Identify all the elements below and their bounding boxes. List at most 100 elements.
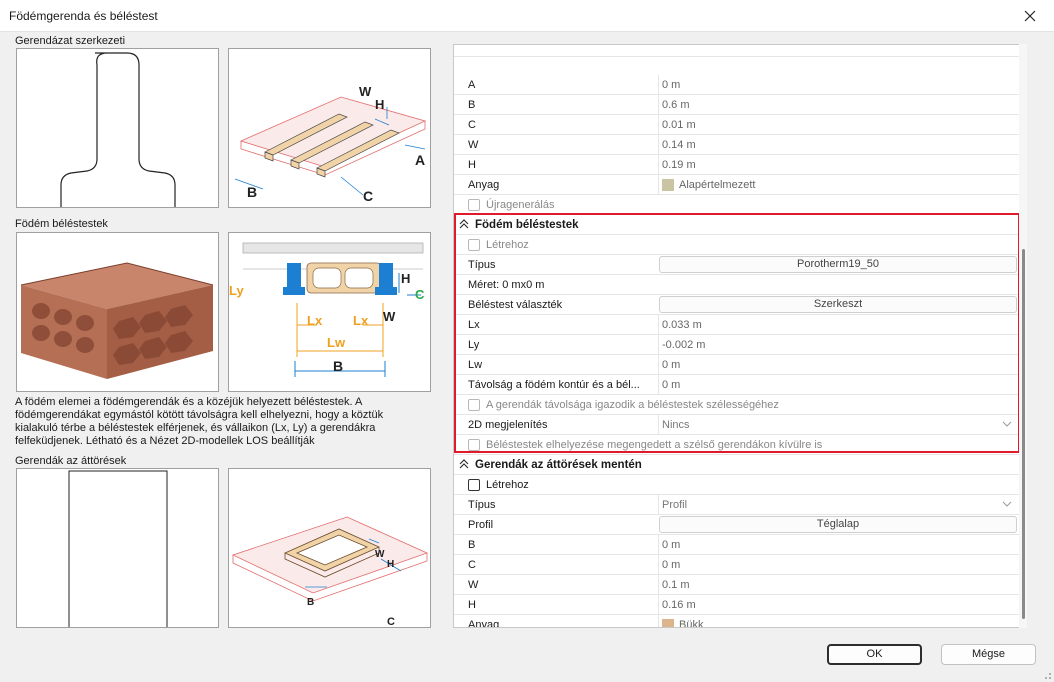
openings-w-row[interactable]: W 0.1 m bbox=[454, 575, 1019, 595]
prop-label: B bbox=[468, 539, 476, 551]
openings-profile-row[interactable]: Profil Téglalap bbox=[454, 515, 1019, 535]
block-section-drawing: Ly Lx Lx Lw B H C W bbox=[229, 242, 425, 377]
block-label-lx1: Lx bbox=[307, 313, 323, 328]
openings-create-row[interactable]: Létrehoz bbox=[454, 475, 1019, 495]
block-label-b: B bbox=[333, 358, 343, 374]
close-button[interactable] bbox=[1016, 4, 1044, 28]
beam-label-w: W bbox=[359, 84, 372, 99]
collapse-chevron-icon[interactable] bbox=[459, 218, 469, 230]
blocks-type-button[interactable]: Porotherm19_50 bbox=[659, 256, 1017, 273]
prop-value[interactable]: 0 m bbox=[662, 79, 680, 91]
blocks-lx-row[interactable]: Lx 0.033 m bbox=[454, 315, 1019, 335]
edit-selection-button[interactable]: Szerkeszt bbox=[659, 296, 1017, 313]
opening-label-b: B bbox=[307, 597, 314, 608]
prop-row-a[interactable]: A 0 m bbox=[454, 75, 1019, 95]
prop-value[interactable]: Bükk bbox=[679, 619, 703, 627]
prop-value[interactable]: Alapértelmezett bbox=[679, 179, 755, 191]
openings-h-row[interactable]: H 0.16 m bbox=[454, 595, 1019, 615]
blocks-create-checkbox[interactable] bbox=[468, 239, 480, 251]
opening-layout-image: W H B C bbox=[228, 468, 431, 628]
material-swatch bbox=[662, 179, 674, 191]
prop-value[interactable]: 0.16 m bbox=[662, 599, 696, 611]
prop-row-h[interactable]: H 0.19 m bbox=[454, 155, 1019, 175]
regen-checkbox[interactable] bbox=[468, 199, 480, 211]
section-label-blocks: Födém béléstestek bbox=[15, 218, 108, 230]
block-label-ly: Ly bbox=[229, 283, 244, 298]
prop-value[interactable]: -0.002 m bbox=[662, 339, 705, 351]
cancel-button[interactable]: Mégse bbox=[941, 644, 1036, 665]
openings-type-select[interactable]: Profil bbox=[662, 499, 687, 511]
opening-label-w: W bbox=[375, 549, 385, 560]
blocks-outside-checkbox[interactable] bbox=[468, 439, 480, 451]
block-label-lw: Lw bbox=[327, 335, 346, 350]
blocks-ly-row[interactable]: Ly -0.002 m bbox=[454, 335, 1019, 355]
chevron-down-icon[interactable] bbox=[1002, 499, 1012, 509]
prop-label: Lw bbox=[468, 359, 483, 371]
scrollbar-thumb[interactable] bbox=[1022, 249, 1025, 619]
opening-profile-image bbox=[16, 468, 219, 628]
prop-row-c[interactable]: C 0.01 m bbox=[454, 115, 1019, 135]
openings-material-row[interactable]: Anyag Bükk bbox=[454, 615, 1019, 627]
profile-button[interactable]: Téglalap bbox=[659, 516, 1017, 533]
prop-label: C bbox=[468, 119, 476, 131]
section-header-openings[interactable]: Gerendák az áttörések mentén bbox=[454, 455, 1019, 475]
prop-value[interactable]: 0.033 m bbox=[662, 319, 702, 331]
beam-label-h: H bbox=[375, 97, 384, 112]
blocks-adjust-label: A gerendák távolsága igazodik a béléstes… bbox=[486, 399, 779, 411]
view2d-select[interactable]: Nincs bbox=[662, 419, 690, 431]
section-title: Gerendák az áttörések mentén bbox=[475, 459, 642, 471]
prop-value[interactable]: 0.6 m bbox=[662, 99, 690, 111]
blocks-2d-row[interactable]: 2D megjelenítés Nincs bbox=[454, 415, 1019, 435]
prop-label: W bbox=[468, 139, 479, 151]
panel-scrollbar[interactable] bbox=[1019, 44, 1027, 628]
prop-label: Típus bbox=[468, 499, 496, 511]
opening-label-h: H bbox=[387, 559, 394, 570]
close-icon bbox=[1024, 10, 1036, 22]
openings-create-checkbox[interactable] bbox=[468, 479, 480, 491]
blocks-adjust-checkbox[interactable] bbox=[468, 399, 480, 411]
prop-value[interactable]: 0 m bbox=[662, 359, 680, 371]
block-label-c: C bbox=[415, 287, 425, 302]
block-3d-drawing bbox=[20, 262, 214, 379]
collapse-chevron-icon[interactable] bbox=[459, 458, 469, 470]
prop-label: Béléstest választék bbox=[468, 299, 563, 311]
ok-button[interactable]: OK bbox=[827, 644, 922, 665]
beam-layout-image: W H A B C bbox=[228, 48, 431, 208]
blocks-outside-row[interactable]: Béléstestek elhelyezése megengedett a sz… bbox=[454, 435, 1019, 455]
openings-type-row[interactable]: Típus Profil bbox=[454, 495, 1019, 515]
blocks-create-row[interactable]: Létrehoz bbox=[454, 235, 1019, 255]
blocks-type-row[interactable]: Típus Porotherm19_50 bbox=[454, 255, 1019, 275]
prop-value[interactable]: 0.14 m bbox=[662, 139, 696, 151]
chevron-down-icon[interactable] bbox=[1002, 419, 1012, 429]
blocks-lw-row[interactable]: Lw 0 m bbox=[454, 355, 1019, 375]
regen-row[interactable]: Újragenerálás bbox=[454, 195, 1019, 215]
openings-c-row[interactable]: C 0 m bbox=[454, 555, 1019, 575]
prop-value[interactable]: 0.19 m bbox=[662, 159, 696, 171]
openings-b-row[interactable]: B 0 m bbox=[454, 535, 1019, 555]
beam-layout-drawing: W H A B C bbox=[234, 84, 427, 204]
prop-row-material[interactable]: Anyag Alapértelmezett bbox=[454, 175, 1019, 195]
section-header-blocks[interactable]: Födém béléstestek bbox=[454, 215, 1019, 235]
blocks-adjust-row[interactable]: A gerendák távolsága igazodik a béléstes… bbox=[454, 395, 1019, 415]
opening-label-c: C bbox=[387, 616, 395, 628]
block-label-h: H bbox=[401, 271, 410, 286]
prop-label: C bbox=[468, 559, 476, 571]
prop-value[interactable]: 0.01 m bbox=[662, 119, 696, 131]
resize-grip-icon[interactable] bbox=[1042, 670, 1052, 680]
blocks-selection-row[interactable]: Béléstest választék Szerkeszt bbox=[454, 295, 1019, 315]
prop-value[interactable]: 0 m bbox=[662, 559, 680, 571]
prop-value[interactable]: 0 m bbox=[662, 379, 680, 391]
property-panel[interactable]: A 0 m B 0.6 m C 0.01 m W 0.14 m H 0.19 m… bbox=[453, 44, 1026, 628]
prop-value[interactable]: 0.1 m bbox=[662, 579, 690, 591]
prop-row-b[interactable]: B 0.6 m bbox=[454, 95, 1019, 115]
prop-label: H bbox=[468, 159, 476, 171]
openings-create-label: Létrehoz bbox=[486, 479, 529, 491]
material-swatch bbox=[662, 619, 674, 627]
prop-row-w[interactable]: W 0.14 m bbox=[454, 135, 1019, 155]
prop-value[interactable]: 0 m bbox=[662, 539, 680, 551]
blocks-contour-row[interactable]: Távolság a födém kontúr és a bél... 0 m bbox=[454, 375, 1019, 395]
opening-layout-drawing: W H B C bbox=[231, 516, 429, 628]
blocks-outside-label: Béléstestek elhelyezése megengedett a sz… bbox=[486, 439, 823, 451]
prop-label: Lx bbox=[468, 319, 480, 331]
prop-label: A bbox=[468, 79, 476, 91]
